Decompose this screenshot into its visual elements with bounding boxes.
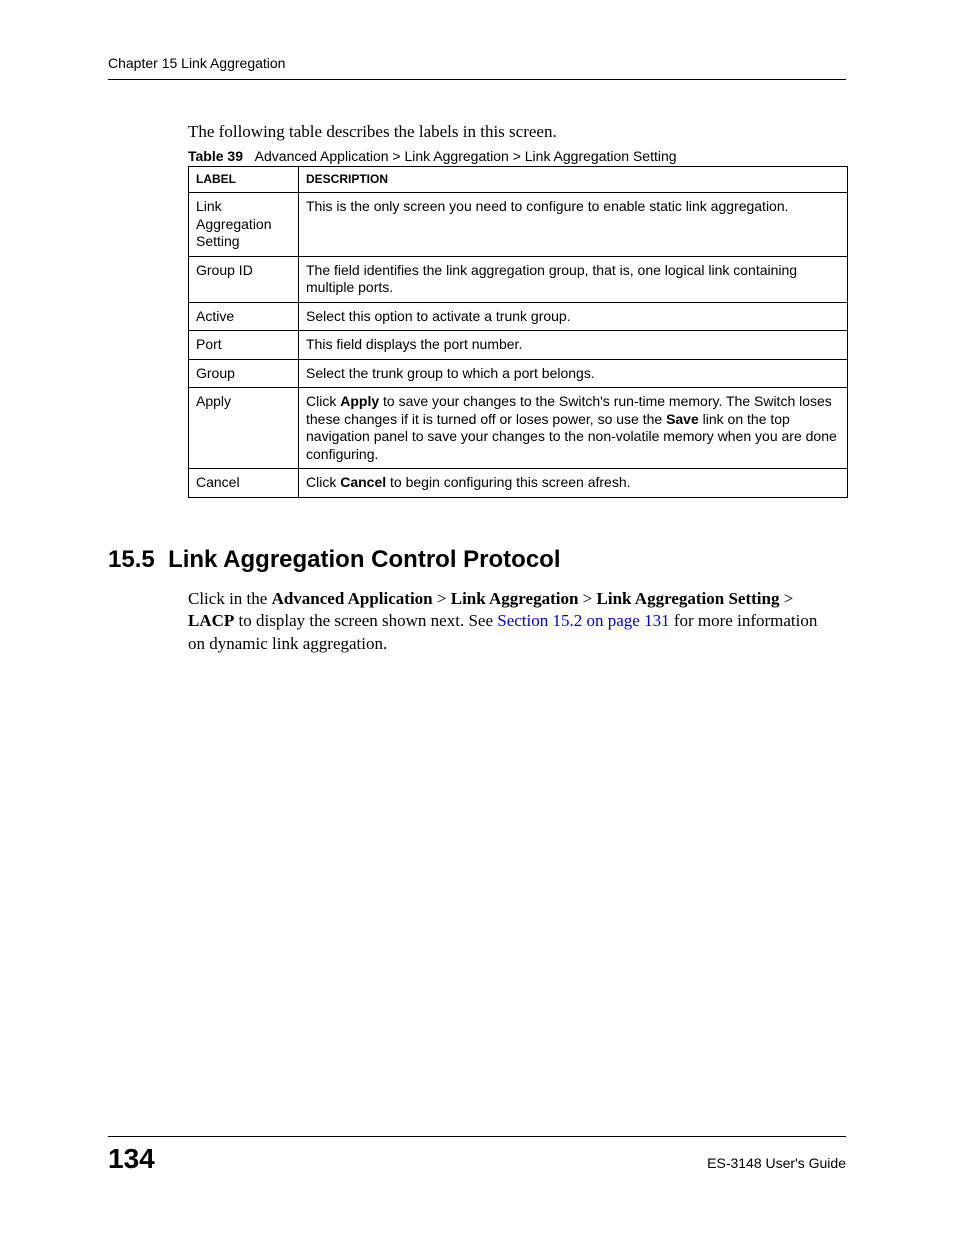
table-row: Group ID The field identifies the link a… <box>189 256 848 302</box>
page-footer: 134 ES-3148 User's Guide <box>108 1136 846 1175</box>
th-label: LABEL <box>189 167 299 193</box>
bold-text: Advanced Application <box>272 589 433 608</box>
bold-text: Apply <box>340 393 379 409</box>
description-table: LABEL DESCRIPTION Link Aggregation Setti… <box>188 166 848 498</box>
cell-desc: This is the only screen you need to conf… <box>299 193 848 257</box>
section-number: 15.5 <box>108 546 155 573</box>
text: Click <box>306 393 340 409</box>
bold-text: Link Aggregation <box>451 589 579 608</box>
cell-desc: This field displays the port number. <box>299 331 848 360</box>
cell-label: Cancel <box>189 469 299 498</box>
table-row: Apply Click Apply to save your changes t… <box>189 388 848 469</box>
section-heading: 15.5 Link Aggregation Control Protocol <box>108 546 846 574</box>
running-header: Chapter 15 Link Aggregation <box>108 55 846 80</box>
table-row: Port This field displays the port number… <box>189 331 848 360</box>
guide-name: ES-3148 User's Guide <box>707 1155 846 1171</box>
cross-reference-link[interactable]: Section 15.2 on page 131 <box>497 611 669 630</box>
text: > <box>578 589 596 608</box>
table-row: Cancel Click Cancel to begin configuring… <box>189 469 848 498</box>
bold-text: Cancel <box>340 474 386 490</box>
cell-desc: The field identifies the link aggregatio… <box>299 256 848 302</box>
section-paragraph: Click in the Advanced Application > Link… <box>188 588 828 657</box>
bold-text: LACP <box>188 611 234 630</box>
cell-desc: Click Apply to save your changes to the … <box>299 388 848 469</box>
text: Click <box>306 474 340 490</box>
page: Chapter 15 Link Aggregation The followin… <box>0 0 954 1235</box>
cell-label: Group <box>189 359 299 388</box>
table-number: Table 39 <box>188 148 243 164</box>
cell-label: Apply <box>189 388 299 469</box>
intro-paragraph: The following table describes the labels… <box>188 122 846 142</box>
cell-desc: Select the trunk group to which a port b… <box>299 359 848 388</box>
table-row: Group Select the trunk group to which a … <box>189 359 848 388</box>
cell-desc: Click Cancel to begin configuring this s… <box>299 469 848 498</box>
cell-label: Group ID <box>189 256 299 302</box>
text: > <box>433 589 451 608</box>
cell-label: Port <box>189 331 299 360</box>
table-caption-text: Advanced Application > Link Aggregation … <box>255 148 677 164</box>
cell-label: Active <box>189 302 299 331</box>
bold-text: Save <box>666 411 699 427</box>
text: to display the screen shown next. See <box>234 611 497 630</box>
bold-text: Link Aggregation Setting <box>597 589 780 608</box>
cell-label: Link Aggregation Setting <box>189 193 299 257</box>
page-number: 134 <box>108 1143 155 1175</box>
table-header-row: LABEL DESCRIPTION <box>189 167 848 193</box>
table-caption: Table 39 Advanced Application > Link Agg… <box>188 148 846 164</box>
text: Click in the <box>188 589 272 608</box>
cell-desc: Select this option to activate a trunk g… <box>299 302 848 331</box>
section-title: Link Aggregation Control Protocol <box>168 546 560 573</box>
text: > <box>779 589 793 608</box>
table-row: Active Select this option to activate a … <box>189 302 848 331</box>
text: to begin configuring this screen afresh. <box>386 474 630 490</box>
th-description: DESCRIPTION <box>299 167 848 193</box>
table-row: Link Aggregation Setting This is the onl… <box>189 193 848 257</box>
